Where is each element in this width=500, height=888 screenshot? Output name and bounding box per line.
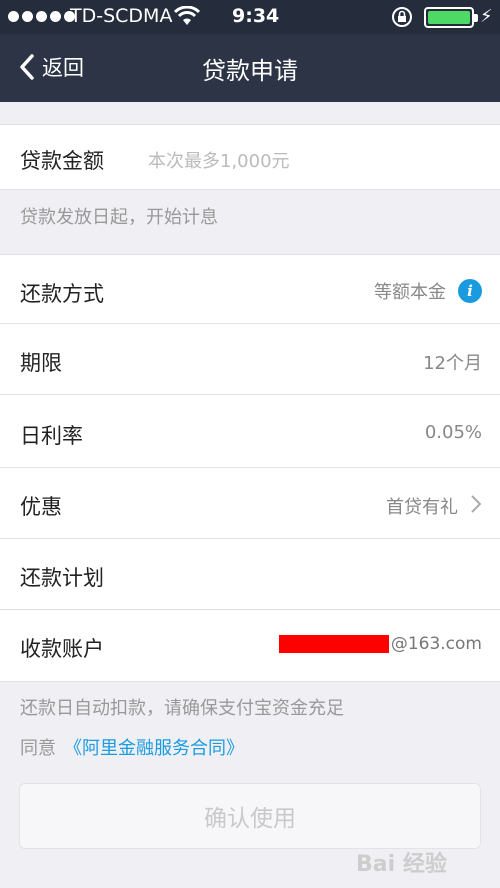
repay-plan-row[interactable]: 还款计划: [0, 539, 500, 610]
discount-label: 优惠: [20, 495, 62, 519]
term-row: 期限 12个月: [0, 324, 500, 395]
signal-strength-icon: [8, 11, 75, 22]
daily-rate-value: 0.05%: [424, 422, 482, 443]
discount-value: 首贷有礼: [386, 497, 458, 518]
term-value: 12个月: [423, 353, 482, 374]
auto-debit-note: 还款日自动扣款，请确保支付宝资金充足: [20, 698, 344, 719]
daily-rate-label: 日利率: [20, 424, 83, 448]
agree-prefix: 同意: [20, 738, 56, 759]
term-label: 期限: [20, 351, 62, 375]
battery-icon: [424, 7, 478, 28]
redaction-mask: [278, 635, 389, 653]
nav-bar: 返回 贷款申请: [0, 34, 500, 102]
watermark-logo: Bai 经验: [356, 852, 447, 877]
loan-amount-row[interactable]: 贷款金额 本次最多1,000元: [0, 124, 500, 190]
account-row[interactable]: 收款账户 @163.com: [0, 610, 500, 682]
loan-amount-label: 贷款金额: [20, 149, 104, 173]
repay-method-value: 等额本金: [374, 282, 446, 303]
status-bar: TD-SCDMA 9:34 ⚡: [0, 0, 500, 34]
info-icon[interactable]: i: [458, 279, 482, 303]
repay-method-label: 还款方式: [20, 282, 104, 306]
carrier-name: TD-SCDMA: [70, 5, 173, 27]
account-label: 收款账户: [20, 637, 104, 661]
clock: 9:34: [232, 5, 280, 27]
chevron-right-icon: [470, 494, 482, 519]
account-suffix: @163.com: [390, 634, 482, 654]
agreement-link[interactable]: 《阿里金融服务合同》: [64, 738, 244, 759]
repay-method-row[interactable]: 还款方式 等额本金 i: [0, 254, 500, 324]
agreement-line: 同意 《阿里金融服务合同》: [20, 734, 244, 760]
account-value: @163.com: [278, 634, 482, 654]
confirm-button[interactable]: 确认使用: [19, 783, 481, 849]
loan-amount-input[interactable]: 本次最多1,000元: [148, 147, 290, 173]
rotation-lock-icon: [390, 5, 414, 34]
repay-plan-label: 还款计划: [20, 566, 104, 590]
daily-rate-row: 日利率 0.05%: [0, 395, 500, 468]
discount-row[interactable]: 优惠 首贷有礼: [0, 468, 500, 539]
wifi-icon: [173, 5, 201, 31]
charging-icon: ⚡: [480, 6, 493, 27]
page-title: 贷款申请: [202, 57, 298, 85]
interest-note: 贷款发放日起，开始计息: [20, 207, 218, 228]
